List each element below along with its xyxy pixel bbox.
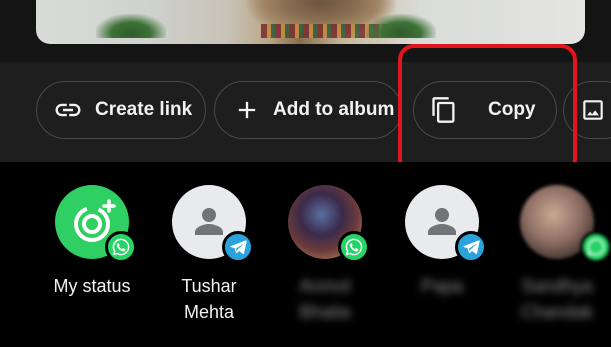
contact-name: Anmol Bhatia xyxy=(299,276,351,322)
copy-highlight-box xyxy=(398,44,577,175)
whatsapp-icon xyxy=(105,231,137,263)
create-link-label: Create link xyxy=(95,99,193,120)
link-icon xyxy=(53,95,83,125)
contact-anmol-bhatia[interactable]: Anmol Bhatia xyxy=(270,185,380,325)
telegram-icon xyxy=(222,231,254,263)
photo-preview[interactable] xyxy=(36,0,585,44)
contact-name: Papa xyxy=(420,276,464,296)
image-icon xyxy=(580,95,606,125)
telegram-icon xyxy=(455,231,487,263)
contact-papa[interactable]: Papa xyxy=(387,185,497,299)
avatar xyxy=(520,185,611,263)
contact-my-status[interactable]: My status xyxy=(37,185,147,299)
add-to-album-button[interactable]: Add to album xyxy=(214,81,402,139)
contact-name: My status xyxy=(53,276,131,296)
plant-image xyxy=(366,14,436,38)
plant-image xyxy=(96,14,166,38)
plus-icon xyxy=(233,96,261,124)
create-link-button[interactable]: Create link xyxy=(36,81,206,139)
avatar xyxy=(405,185,487,263)
add-to-album-label: Add to album xyxy=(273,99,395,120)
avatar xyxy=(172,185,254,263)
contact-name: Tushar Mehta xyxy=(181,276,237,322)
whatsapp-icon xyxy=(338,231,370,263)
whatsapp-icon xyxy=(580,231,611,263)
contact-sandhya-chandak[interactable]: Sandhya Chandak xyxy=(502,185,611,325)
contact-name: Sandhya Chandak xyxy=(520,276,594,322)
avatar xyxy=(288,185,370,263)
avatar xyxy=(55,185,137,263)
contact-tushar-mehta[interactable]: Tushar Mehta xyxy=(154,185,264,325)
